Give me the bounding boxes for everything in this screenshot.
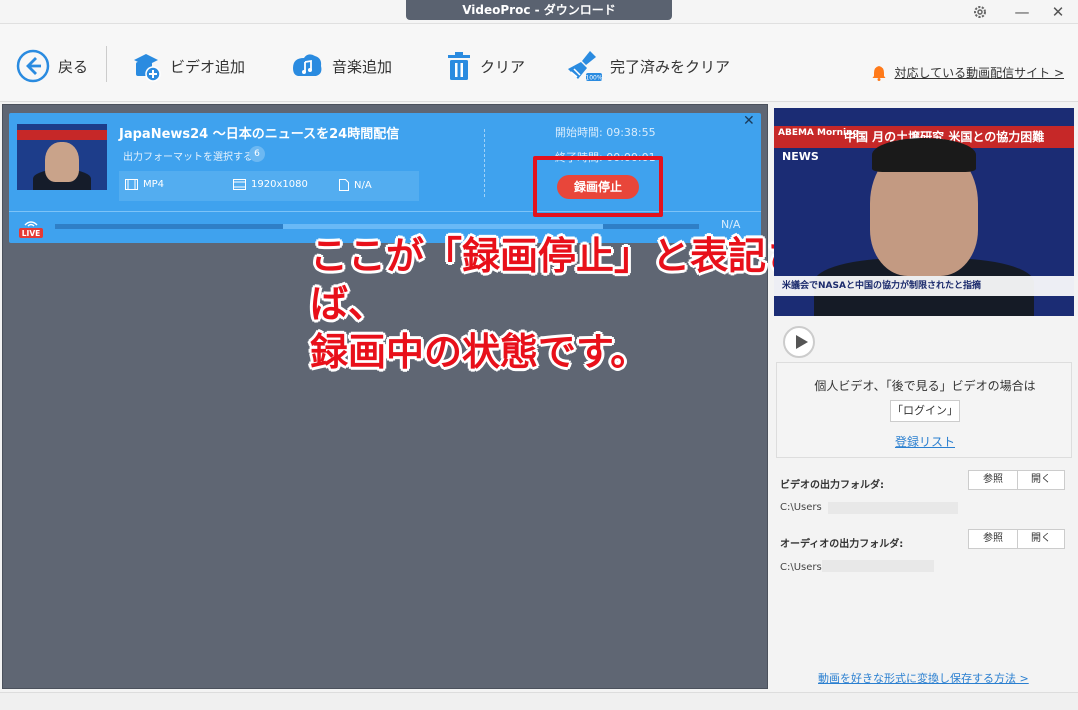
app-window: VideoProc - ダウンロード — ✕ 戻る ビデオ追加 音楽追加 クリア… (0, 0, 1078, 710)
container-info: MP4 (125, 179, 164, 190)
progress-text: N/A (721, 218, 741, 231)
container-label: MP4 (143, 179, 165, 190)
film-icon (125, 179, 138, 190)
broom-icon: 100% (568, 51, 602, 82)
audio-browse-button[interactable]: 参照 (968, 529, 1018, 549)
clear-completed-button[interactable]: 100% 完了済みをクリア (566, 48, 730, 84)
progress-fill (283, 224, 603, 229)
audio-folder-path: C:\Users (780, 562, 822, 573)
status-bar (0, 692, 1078, 710)
resolution-label: 1920x1080 (251, 179, 308, 190)
toolbar: 戻る ビデオ追加 音楽追加 クリア 100% 完了済みをクリア 対応している動画… (0, 24, 1078, 102)
add-music-icon (293, 54, 322, 76)
video-browse-button[interactable]: 参照 (968, 470, 1018, 490)
back-arrow-icon (16, 49, 50, 83)
bell-icon (872, 65, 886, 81)
live-icon: LIVE (19, 219, 43, 243)
file-icon (339, 179, 349, 191)
close-window-button[interactable]: ✕ (1046, 2, 1070, 22)
title-bar: VideoProc - ダウンロード — ✕ (0, 0, 1078, 24)
login-hint: 個人ビデオ、「後で見る」ビデオの場合は (814, 379, 1036, 393)
format-count-badge: 6 (249, 146, 265, 162)
audio-folder-label: オーディオの出力フォルダ: (780, 539, 904, 550)
trash-icon (448, 52, 470, 80)
convert-guide-link[interactable]: 動画を好きな形式に変換し保存する方法 > (818, 670, 1029, 686)
redacted-path (822, 560, 934, 572)
clear-label: クリア (480, 57, 526, 76)
live-badge-text: LIVE (22, 229, 41, 238)
video-folder-path: C:\Users (780, 502, 822, 513)
add-video-button[interactable]: ビデオ追加 (130, 48, 245, 84)
supported-sites-link[interactable]: 対応している動画配信サイト > (872, 64, 1064, 81)
clear-button[interactable]: クリア (446, 48, 525, 84)
redacted-path (828, 502, 958, 514)
back-label: 戻る (58, 57, 89, 76)
video-folder-label: ビデオの出力フォルダ: (780, 480, 884, 491)
start-time: 開始時間: 09:38:55 (555, 126, 656, 139)
add-music-button[interactable]: 音楽追加 (290, 48, 392, 84)
preview-subtitle: 米議会でNASAと中国の協力が制限されたと指摘 (774, 276, 1074, 296)
size-info: N/A (339, 179, 372, 191)
video-preview: 中国 月の土壌研究 米国との協力困難 ABEMA Morning NEWS 米議… (774, 108, 1074, 316)
resolution-icon (233, 179, 246, 190)
clear-completed-label: 完了済みをクリア (610, 57, 731, 76)
video-open-button[interactable]: 開く (1017, 470, 1065, 490)
add-video-label: ビデオ追加 (170, 57, 246, 76)
add-video-icon (134, 54, 161, 82)
toolbar-separator (106, 46, 107, 82)
resolution-info: 1920x1080 (233, 179, 308, 190)
progress-bar (55, 224, 699, 229)
svg-text:100%: 100% (585, 75, 602, 82)
minimize-button[interactable]: — (1010, 2, 1034, 22)
remove-task-icon[interactable]: ✕ (743, 113, 755, 129)
add-music-label: 音楽追加 (332, 57, 393, 76)
preview-logo: ABEMA Morning (778, 128, 859, 138)
register-list-link[interactable]: 登録リスト (777, 433, 1073, 450)
output-format-selector[interactable]: 出力フォーマットを選択する (123, 148, 253, 163)
highlight-box (533, 156, 663, 217)
login-button[interactable]: 「ログイン」 (890, 400, 960, 422)
preview-news-tag: NEWS (782, 150, 819, 163)
video-thumbnail (17, 124, 107, 190)
task-title: JapaNews24 〜日本のニュースを24時間配信 (119, 127, 400, 142)
window-title: VideoProc - ダウンロード (406, 0, 672, 20)
card-divider (484, 129, 485, 197)
play-button[interactable] (783, 326, 815, 358)
supported-sites-label: 対応している動画配信サイト > (894, 66, 1064, 80)
login-panel: 個人ビデオ、「後で見る」ビデオの場合は 「ログイン」 登録リスト (776, 362, 1072, 458)
settings-icon[interactable] (968, 2, 992, 22)
audio-open-button[interactable]: 開く (1017, 529, 1065, 549)
size-label: N/A (354, 179, 372, 191)
back-button[interactable]: 戻る (16, 48, 88, 84)
